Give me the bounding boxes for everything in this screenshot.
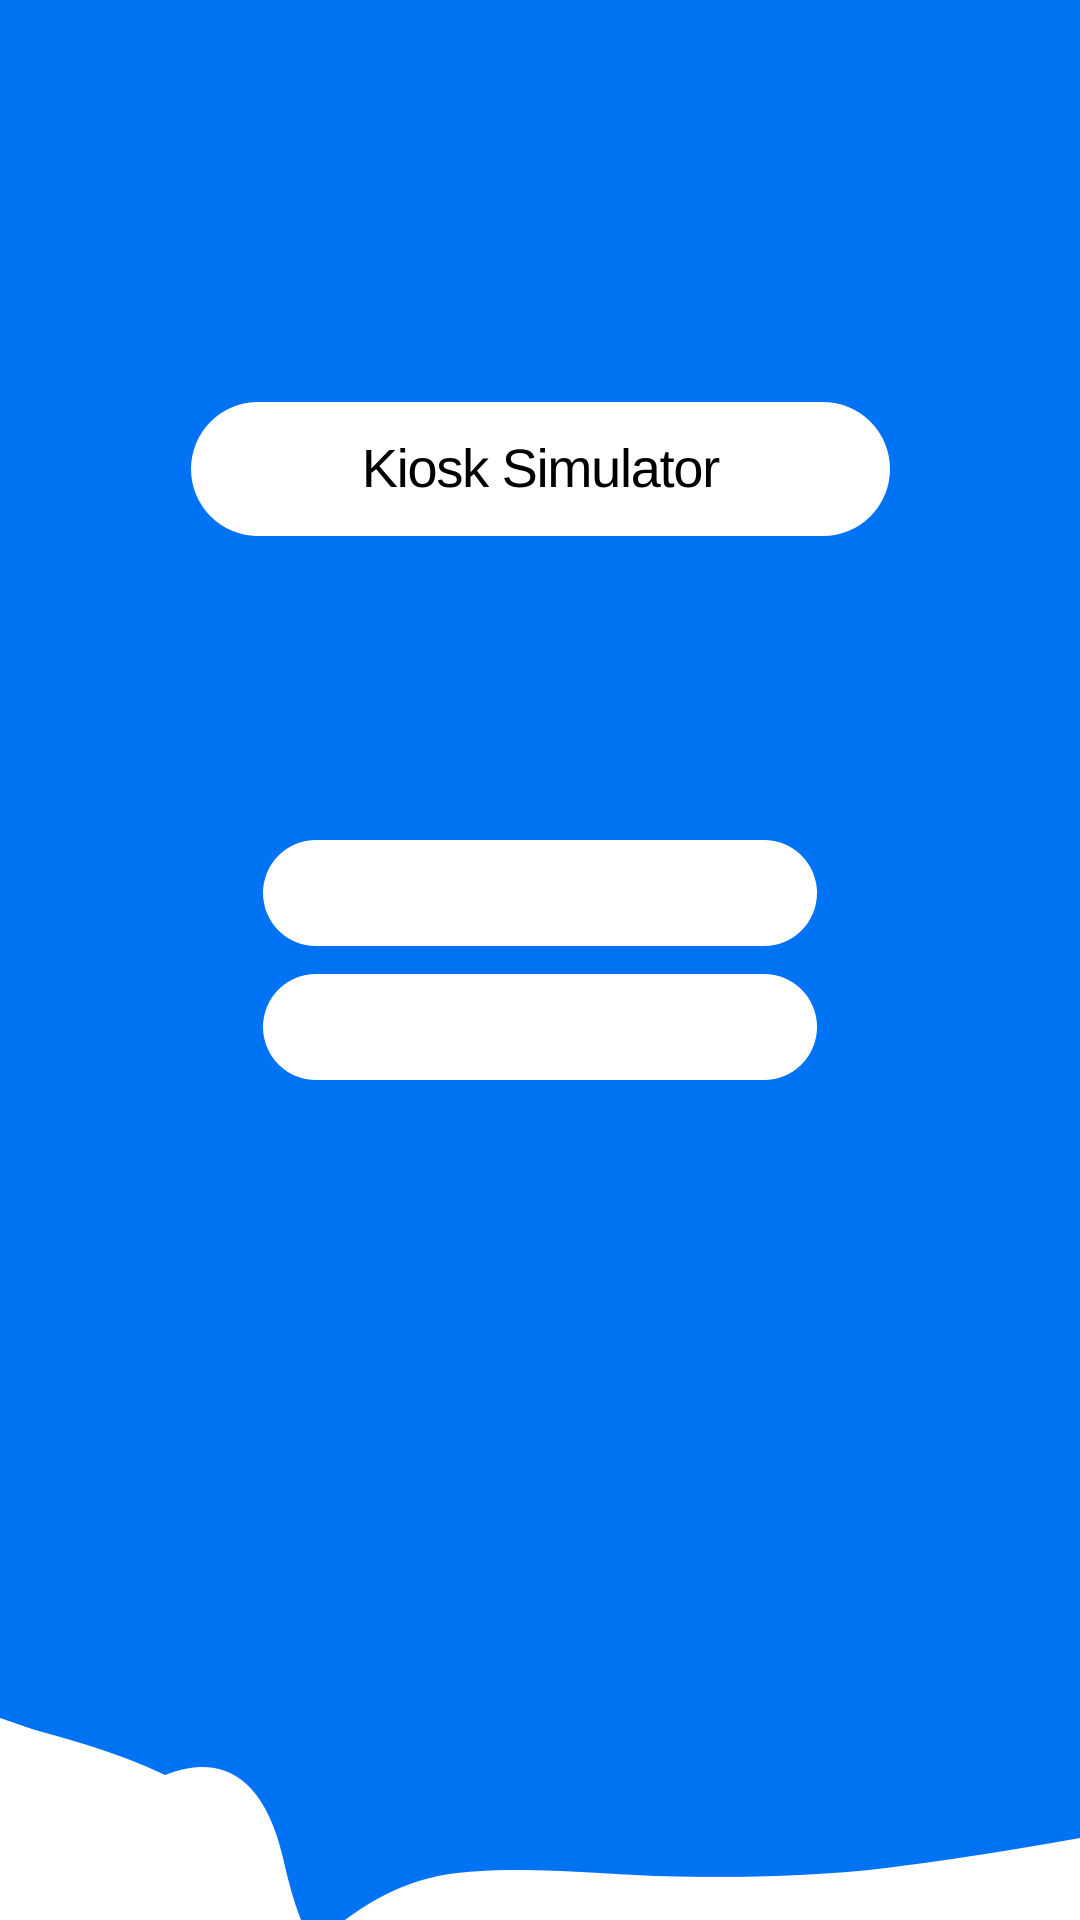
blue-background-path — [0, 0, 1080, 1920]
app-title-pill: Kiosk Simulator — [191, 402, 890, 536]
primary-menu-button[interactable] — [263, 840, 817, 946]
secondary-menu-button[interactable] — [263, 974, 817, 1080]
blue-background-shape — [0, 0, 1080, 1920]
app-title: Kiosk Simulator — [361, 439, 720, 499]
kiosk-home-screen: Kiosk Simulator — [0, 0, 1080, 1920]
